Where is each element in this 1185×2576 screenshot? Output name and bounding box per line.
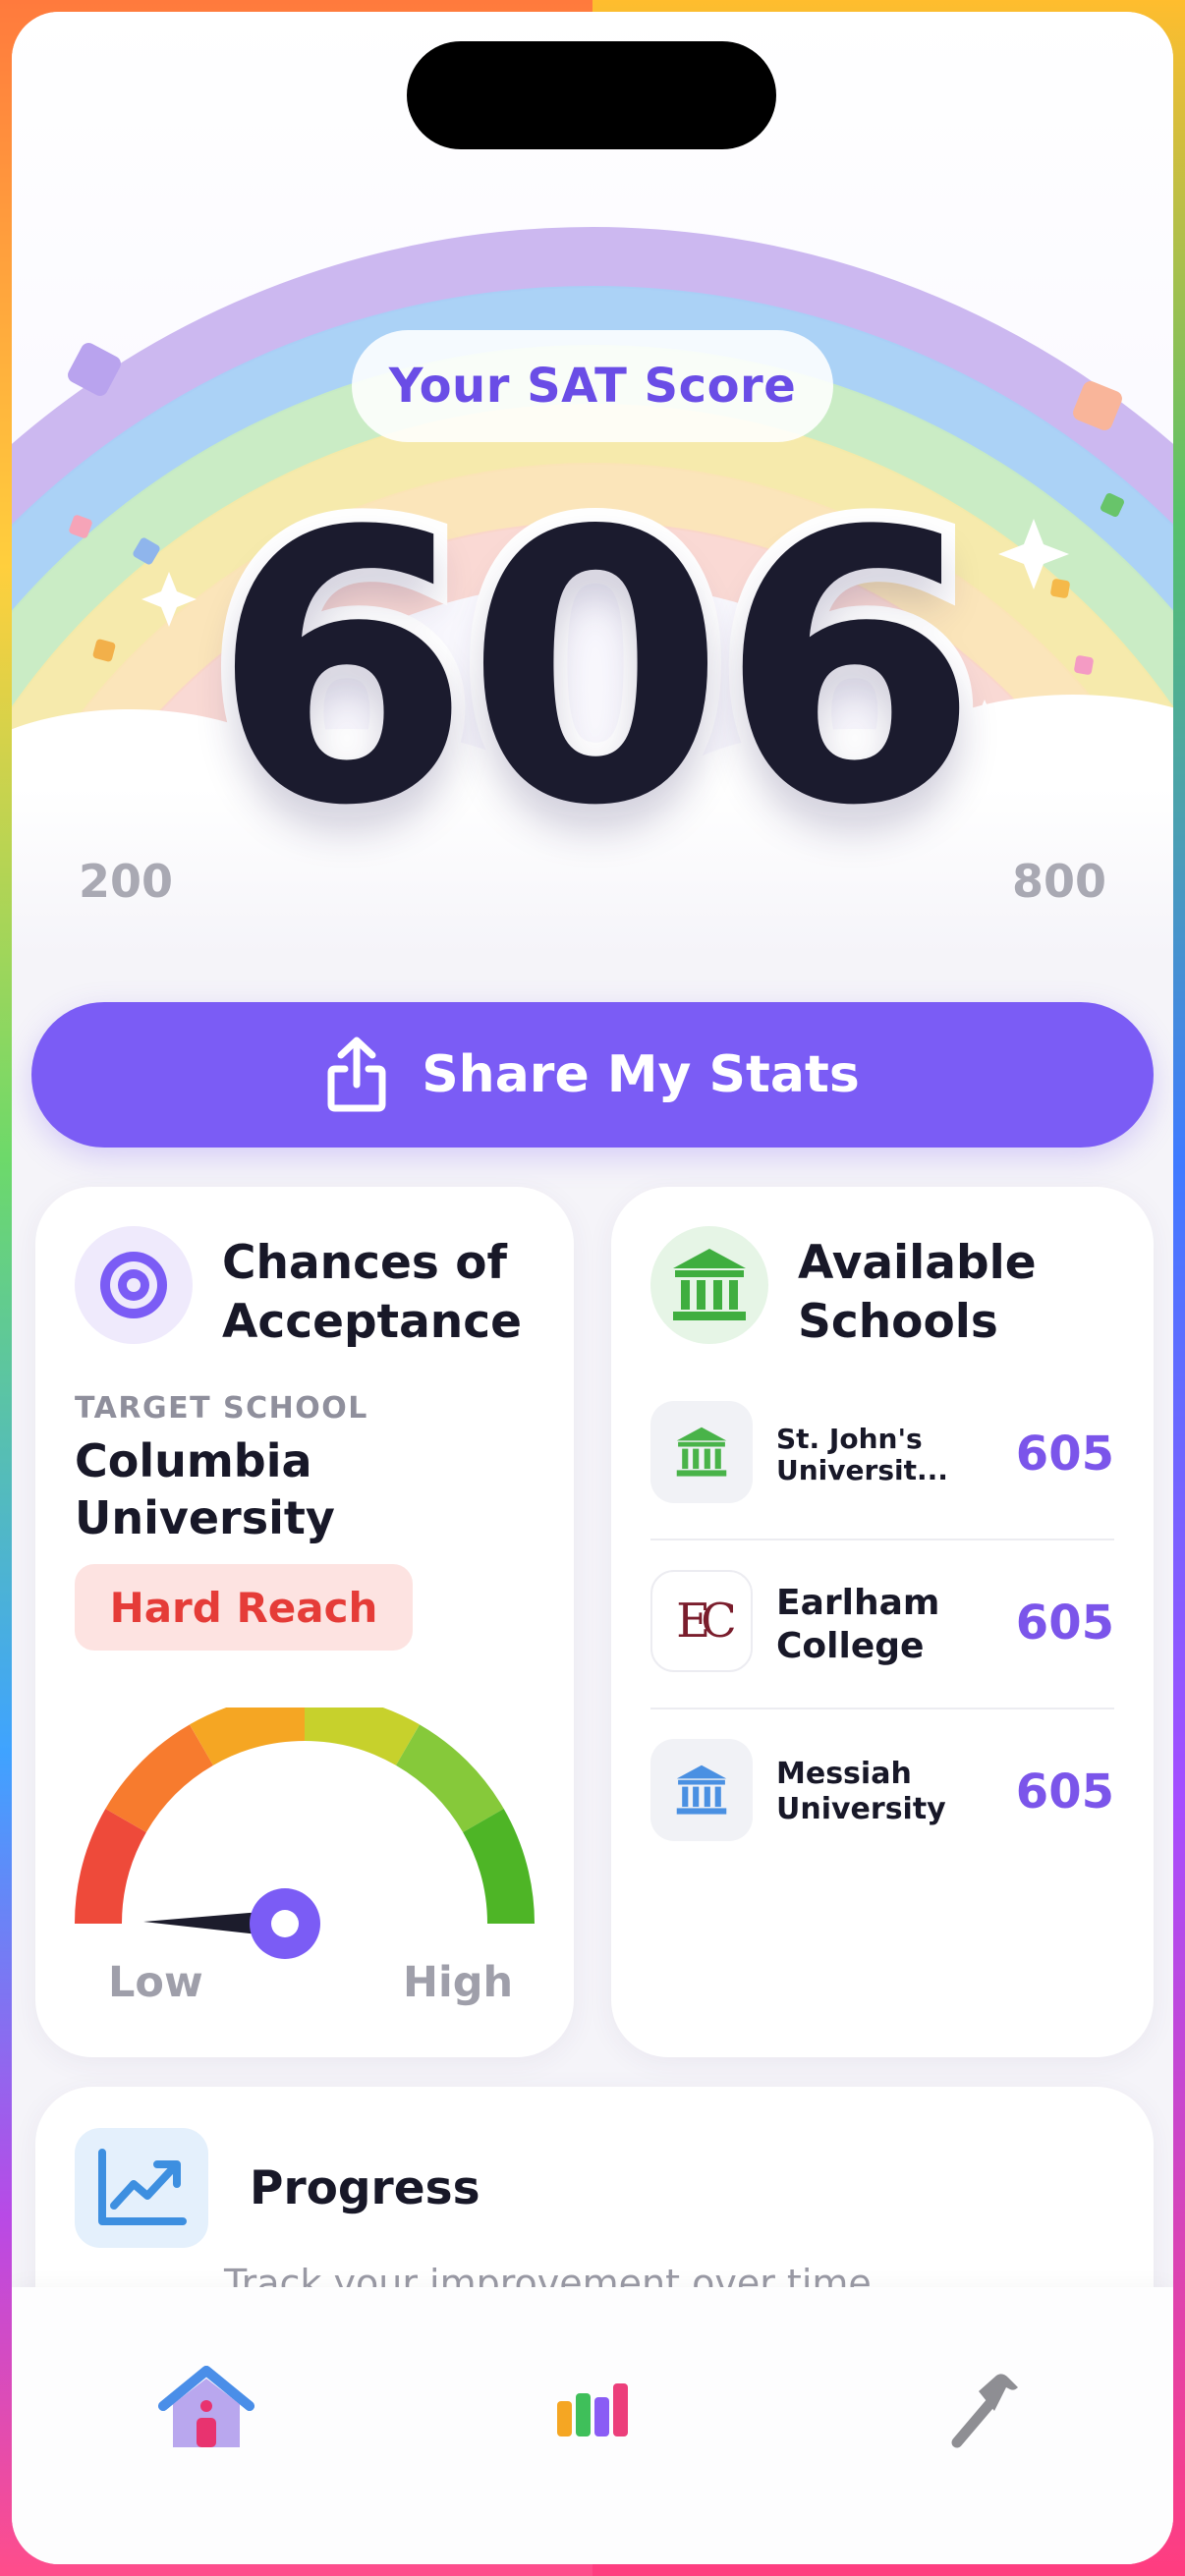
score-max-label: 800: [1011, 855, 1106, 908]
target-school-label: TARGET SCHOOL: [75, 1391, 368, 1426]
school-score: 605: [1015, 1764, 1114, 1820]
schools-title-line2: Schools: [798, 1295, 998, 1349]
sat-score-value: 606: [198, 452, 992, 887]
institution-icon: [676, 1764, 727, 1815]
score-title-pill: Your SAT Score: [352, 330, 833, 442]
hammer-icon: [951, 2374, 1018, 2448]
target-school-line2: University: [75, 1491, 335, 1544]
tab-home[interactable]: [147, 2350, 265, 2468]
trend-icon-badge: [75, 2128, 208, 2248]
school-name-line2: Universit...: [776, 1454, 948, 1486]
tab-tools[interactable]: [926, 2350, 1044, 2468]
school-logo: [650, 1401, 753, 1503]
tab-stats[interactable]: [534, 2350, 651, 2468]
school-score: 605: [1015, 1427, 1114, 1482]
chances-title-line1: Chances of: [222, 1236, 507, 1290]
school-row[interactable]: St. John's Universit... 605: [650, 1401, 1114, 1507]
school-score: 605: [1015, 1596, 1114, 1651]
app-screen: Your SAT Score 606 200 800 Share My Stat…: [12, 12, 1173, 2564]
school-logo: [650, 1739, 753, 1841]
chances-card[interactable]: Chances of Acceptance TARGET SCHOOL Colu…: [35, 1187, 574, 2057]
institution-icon: [676, 1427, 727, 1477]
bottom-tab-bar: [12, 2287, 1173, 2564]
target-icon-badge: [75, 1226, 193, 1344]
gauge-high-label: High: [403, 1958, 514, 2007]
dynamic-island: [407, 41, 776, 149]
school-row[interactable]: EC Earlham College 605: [650, 1570, 1114, 1676]
row-divider: [650, 1708, 1114, 1709]
school-name-line1: Messiah: [776, 1757, 912, 1791]
earlham-logo: EC: [650, 1570, 753, 1672]
school-name-line1: St. John's: [776, 1423, 923, 1455]
reach-badge: Hard Reach: [75, 1564, 413, 1651]
schools-title-line1: Available: [798, 1236, 1037, 1290]
target-icon: [100, 1252, 167, 1318]
score-hero: Your SAT Score 606 200 800: [12, 12, 1173, 955]
bar-chart-icon: [557, 2383, 628, 2436]
institution-icon-badge: [650, 1226, 768, 1344]
progress-title: Progress: [250, 2161, 480, 2215]
school-logo-text: EC: [676, 1594, 737, 1649]
acceptance-gauge: [75, 1708, 535, 1959]
share-stats-button[interactable]: Share My Stats: [31, 1002, 1154, 1148]
school-name-line2: College: [776, 1626, 925, 1666]
institution-icon: [673, 1249, 746, 1320]
trend-up-icon: [98, 2149, 187, 2225]
school-name-line1: Earlham: [776, 1583, 940, 1623]
target-school-line1: Columbia: [75, 1434, 312, 1487]
home-icon: [158, 2366, 254, 2447]
row-divider: [650, 1539, 1114, 1540]
available-schools-card[interactable]: Available Schools St. John's Universit..…: [611, 1187, 1154, 2057]
school-name-line2: University: [776, 1792, 946, 1826]
gauge-low-label: Low: [108, 1958, 203, 2007]
chances-title-line2: Acceptance: [222, 1295, 522, 1349]
share-button-label: Share My Stats: [422, 1045, 860, 1104]
school-row[interactable]: Messiah University 605: [650, 1739, 1114, 1845]
share-icon: [327, 1036, 386, 1112]
score-min-label: 200: [79, 855, 174, 908]
